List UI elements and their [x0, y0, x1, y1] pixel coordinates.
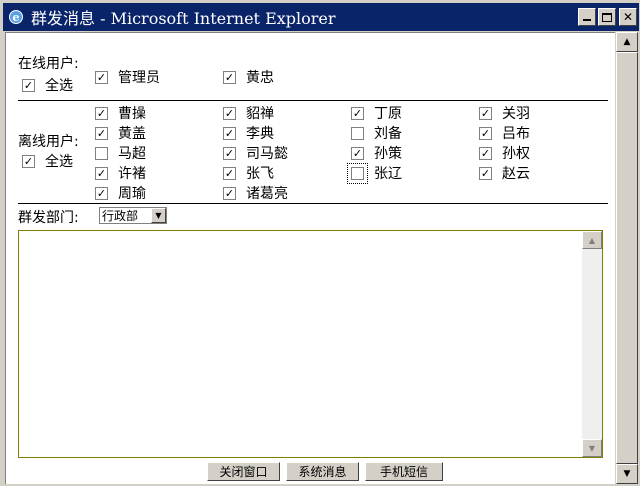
offline-user-item[interactable]: 司马懿: [223, 143, 288, 163]
user-checkbox[interactable]: [223, 166, 236, 180]
online-users-label: 在线用户:: [18, 56, 79, 72]
close-button[interactable]: ✕: [619, 8, 637, 26]
offline-user-item[interactable]: 曹操: [95, 103, 146, 123]
department-label: 群发部门:: [18, 210, 79, 226]
user-name: 孙权: [502, 146, 530, 162]
chevron-down-icon[interactable]: ▼: [151, 208, 166, 223]
scroll-down-icon[interactable]: ▼: [582, 439, 602, 457]
user-checkbox[interactable]: [95, 146, 108, 160]
user-checkbox[interactable]: [95, 106, 108, 120]
user-name: 许褚: [118, 166, 146, 182]
department-selected-value: 行政部: [102, 209, 139, 223]
user-name: 诸葛亮: [246, 186, 288, 202]
offline-user-item[interactable]: 赵云: [479, 163, 530, 183]
online-user-item[interactable]: 管理员: [95, 67, 160, 87]
user-name: 黄盖: [118, 126, 146, 142]
window-title: 群发消息 - Microsoft Internet Explorer: [31, 9, 336, 28]
online-user-item[interactable]: 黄忠: [223, 67, 274, 87]
divider: [18, 100, 608, 101]
scroll-up-icon[interactable]: ▲: [616, 32, 638, 52]
ie-logo-icon: e: [7, 8, 25, 26]
browser-window: e 群发消息 - Microsoft Internet Explorer ✕ 在…: [0, 0, 640, 486]
system-message-button[interactable]: 系统消息: [286, 462, 359, 481]
page-content: 在线用户: 全选 管理员 黄忠 离线用户: 全选 曹操 貂禅 丁原 关羽黄盖 李典 刘备 吕…: [5, 32, 615, 484]
message-textarea[interactable]: ▲ ▼: [18, 230, 603, 458]
offline-user-item[interactable]: 黄盖: [95, 123, 146, 143]
minimize-button[interactable]: [578, 8, 596, 26]
user-checkbox[interactable]: [95, 186, 108, 200]
offline-user-item[interactable]: 周瑜: [95, 183, 146, 203]
user-name: 管理员: [118, 70, 160, 86]
user-checkbox[interactable]: [95, 70, 108, 84]
online-select-all-checkbox[interactable]: [22, 78, 35, 92]
user-checkbox[interactable]: [479, 106, 492, 120]
scroll-up-icon[interactable]: ▲: [582, 231, 602, 249]
offline-users-label: 离线用户:: [18, 134, 79, 150]
user-checkbox[interactable]: [223, 186, 236, 200]
offline-user-item[interactable]: 张辽: [347, 162, 402, 184]
user-name: 张飞: [246, 166, 274, 182]
user-checkbox[interactable]: [223, 70, 236, 84]
user-name: 丁原: [374, 106, 402, 122]
offline-user-item[interactable]: 张飞: [223, 163, 274, 183]
user-checkbox[interactable]: [351, 146, 364, 160]
offline-user-item[interactable]: 许褚: [95, 163, 146, 183]
maximize-icon: [602, 12, 612, 22]
user-checkbox[interactable]: [351, 126, 364, 140]
department-select[interactable]: 行政部 ▼: [99, 207, 167, 224]
user-name: 周瑜: [118, 186, 146, 202]
user-name: 关羽: [502, 106, 530, 122]
offline-user-item[interactable]: 孙权: [479, 143, 530, 163]
close-icon: ✕: [622, 10, 634, 24]
user-checkbox[interactable]: [95, 166, 108, 180]
user-name: 孙策: [374, 146, 402, 162]
offline-user-item[interactable]: 孙策: [351, 143, 402, 163]
offline-user-item[interactable]: 刘备: [351, 123, 402, 143]
user-checkbox[interactable]: [479, 146, 492, 160]
user-checkbox[interactable]: [347, 162, 368, 184]
textarea-scrollbar[interactable]: ▲ ▼: [582, 231, 602, 457]
scroll-thumb[interactable]: [616, 52, 638, 464]
user-name: 刘备: [374, 126, 402, 142]
user-checkbox[interactable]: [223, 146, 236, 160]
user-checkbox[interactable]: [223, 106, 236, 120]
offline-user-item[interactable]: 关羽: [479, 103, 530, 123]
user-checkbox[interactable]: [351, 106, 364, 120]
user-name: 吕布: [502, 126, 530, 142]
svg-text:e: e: [13, 11, 20, 24]
user-checkbox[interactable]: [223, 126, 236, 140]
mobile-sms-button[interactable]: 手机短信: [365, 462, 443, 481]
offline-user-item[interactable]: 李典: [223, 123, 274, 143]
online-select-all-label: 全选: [45, 78, 73, 94]
offline-select-all-label: 全选: [45, 154, 73, 170]
close-window-button[interactable]: 关闭窗口: [207, 462, 280, 481]
offline-user-item[interactable]: 丁原: [351, 103, 402, 123]
page-scrollbar[interactable]: ▲ ▼: [615, 32, 638, 484]
user-checkbox[interactable]: [479, 126, 492, 140]
user-name: 李典: [246, 126, 274, 142]
user-name: 司马懿: [246, 146, 288, 162]
user-checkbox[interactable]: [95, 126, 108, 140]
offline-user-item[interactable]: 貂禅: [223, 103, 274, 123]
user-checkbox[interactable]: [479, 166, 492, 180]
user-name: 马超: [118, 146, 146, 162]
offline-select-all[interactable]: 全选: [22, 151, 73, 171]
offline-user-item[interactable]: 马超: [95, 143, 146, 163]
scroll-down-icon[interactable]: ▼: [616, 464, 638, 484]
maximize-button[interactable]: [598, 8, 616, 26]
user-name: 赵云: [502, 166, 530, 182]
divider: [18, 203, 608, 204]
offline-user-item[interactable]: 诸葛亮: [223, 183, 288, 203]
minimize-icon: [583, 19, 591, 21]
online-select-all[interactable]: 全选: [22, 75, 73, 95]
title-bar: e 群发消息 - Microsoft Internet Explorer ✕: [3, 3, 639, 31]
user-name: 张辽: [374, 166, 402, 182]
user-name: 黄忠: [246, 70, 274, 86]
user-name: 曹操: [118, 106, 146, 122]
user-name: 貂禅: [246, 106, 274, 122]
offline-user-item[interactable]: 吕布: [479, 123, 530, 143]
offline-select-all-checkbox[interactable]: [22, 154, 35, 168]
